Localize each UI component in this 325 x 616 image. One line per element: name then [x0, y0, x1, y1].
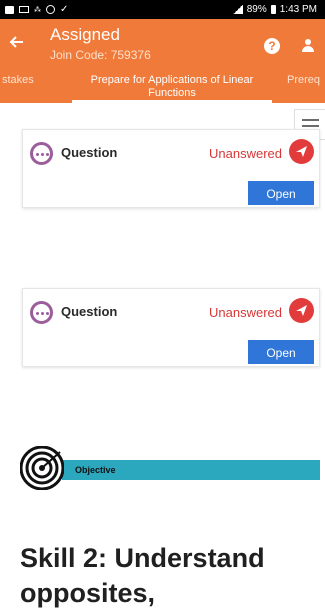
question-card: Question Unanswered Open: [22, 129, 320, 208]
account-icon[interactable]: [302, 39, 314, 53]
help-icon[interactable]: ?: [264, 38, 280, 54]
target-icon: [20, 446, 64, 490]
hamburger-icon: [302, 119, 319, 121]
battery-icon: [270, 5, 276, 14]
status-bar: ⁂ ✓ 89% 1:43 PM: [0, 0, 325, 19]
status-time: 1:43 PM: [279, 4, 317, 15]
join-code: Join Code: 759376: [50, 48, 151, 62]
clock-icon: [46, 5, 55, 14]
notification-icons: ⁂ ✓: [5, 3, 69, 15]
back-arrow-icon[interactable]: [9, 34, 25, 50]
signal-icon: [232, 5, 243, 14]
tab-indicator: [72, 100, 272, 103]
question-label: Question: [61, 304, 118, 319]
wifi-icon: ⁂: [34, 6, 41, 14]
question-icon: [30, 301, 53, 324]
question-icon: [30, 142, 53, 165]
objective-label: Objective: [75, 465, 116, 475]
status-label: Unanswered: [209, 305, 282, 320]
page-title: Assigned: [50, 25, 120, 44]
question-card: Question Unanswered Open: [22, 288, 320, 367]
open-button[interactable]: Open: [248, 181, 314, 205]
gallery-icon: [5, 5, 14, 14]
app-bar: Assigned Join Code: 759376 ?: [0, 19, 325, 70]
system-icons: 89% 1:43 PM: [232, 4, 317, 15]
battery-percent: 89%: [246, 4, 267, 15]
status-label: Unanswered: [209, 146, 282, 161]
tab-bar: stakes Prepare for Applications of Linea…: [0, 70, 325, 103]
open-button[interactable]: Open: [248, 340, 314, 364]
send-icon: [289, 139, 314, 164]
send-icon: [289, 298, 314, 323]
tab-prepare-linear-functions[interactable]: Prepare for Applications of Linear Funct…: [72, 74, 272, 103]
tab-prereq[interactable]: Prereq: [287, 74, 325, 103]
twitter-icon: ✓: [60, 3, 69, 15]
tab-stakes[interactable]: stakes: [0, 74, 52, 103]
mail-icon: [19, 6, 29, 13]
skill-heading: Skill 2: Understand opposites,: [20, 543, 265, 608]
question-label: Question: [61, 145, 118, 160]
screen: ⁂ ✓ 89% 1:43 PM Assigned Join Code: 7593…: [0, 0, 325, 616]
